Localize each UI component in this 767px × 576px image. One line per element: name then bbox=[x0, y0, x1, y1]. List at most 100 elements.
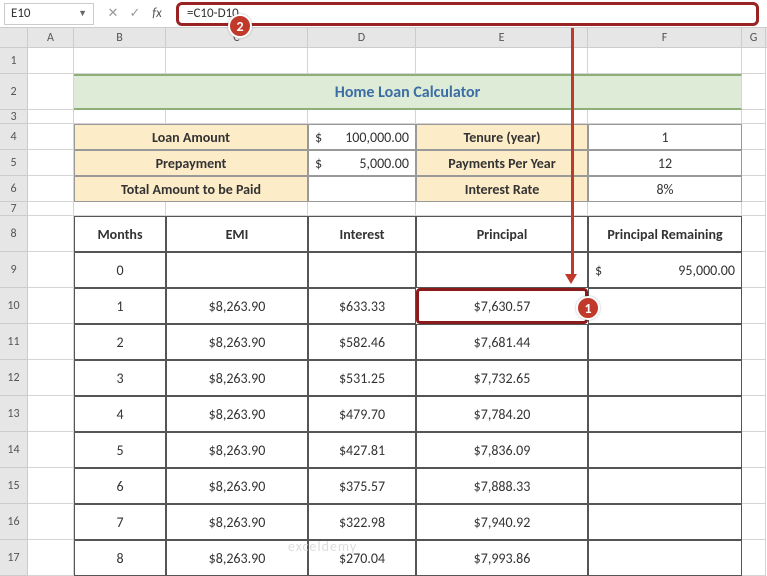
cell[interactable] bbox=[28, 504, 74, 540]
table-cell[interactable]: $8,263.90 bbox=[166, 360, 308, 396]
col-emi[interactable]: EMI bbox=[166, 216, 308, 252]
cell[interactable] bbox=[28, 150, 74, 176]
table-cell[interactable]: 4 bbox=[74, 396, 166, 432]
col-header[interactable]: F bbox=[588, 28, 742, 47]
col-months[interactable]: Months bbox=[74, 216, 166, 252]
cell[interactable] bbox=[28, 176, 74, 202]
cell[interactable] bbox=[28, 396, 74, 432]
table-cell[interactable]: 6 bbox=[74, 468, 166, 504]
table-cell[interactable] bbox=[588, 360, 742, 396]
row-header[interactable]: 17 bbox=[0, 540, 28, 576]
table-cell[interactable]: 2 bbox=[74, 324, 166, 360]
row-header[interactable]: 6 bbox=[0, 176, 28, 202]
cell[interactable] bbox=[74, 48, 166, 74]
row-header[interactable]: 7 bbox=[0, 202, 28, 216]
cell[interactable] bbox=[28, 360, 74, 396]
table-cell[interactable] bbox=[588, 324, 742, 360]
table-cell[interactable] bbox=[308, 252, 416, 288]
table-cell[interactable] bbox=[588, 288, 742, 324]
table-cell[interactable]: $8,263.90 bbox=[166, 504, 308, 540]
table-cell[interactable] bbox=[588, 432, 742, 468]
select-all-corner[interactable] bbox=[0, 28, 28, 47]
cell[interactable] bbox=[416, 202, 588, 216]
row-header[interactable]: 1 bbox=[0, 48, 28, 74]
col-interest[interactable]: Interest bbox=[308, 216, 416, 252]
table-cell[interactable]: $7,732.65 bbox=[416, 360, 588, 396]
table-cell[interactable]: $375.57 bbox=[308, 468, 416, 504]
table-cell[interactable]: $8,263.90 bbox=[166, 324, 308, 360]
ppy-label[interactable]: Payments Per Year bbox=[416, 150, 588, 176]
cell[interactable] bbox=[742, 468, 766, 504]
table-cell[interactable]: 3 bbox=[74, 360, 166, 396]
table-cell[interactable] bbox=[588, 504, 742, 540]
formula-input[interactable]: =C10-D10 bbox=[176, 2, 759, 26]
cell[interactable] bbox=[308, 48, 416, 74]
row-header[interactable]: 13 bbox=[0, 396, 28, 432]
active-cell[interactable]: $7,630.57 bbox=[416, 288, 588, 324]
table-cell[interactable]: $479.70 bbox=[308, 396, 416, 432]
cell[interactable] bbox=[742, 150, 766, 176]
table-cell[interactable]: $582.46 bbox=[308, 324, 416, 360]
table-cell[interactable]: $7,681.44 bbox=[416, 324, 588, 360]
table-cell[interactable]: $8,263.90 bbox=[166, 468, 308, 504]
table-cell[interactable] bbox=[166, 252, 308, 288]
cell[interactable] bbox=[742, 110, 766, 124]
cell[interactable] bbox=[28, 540, 74, 576]
cell[interactable] bbox=[742, 124, 766, 150]
cell[interactable] bbox=[166, 48, 308, 74]
cell[interactable] bbox=[28, 252, 74, 288]
table-cell[interactable]: 1 bbox=[74, 288, 166, 324]
table-cell[interactable]: 7 bbox=[74, 504, 166, 540]
cell[interactable] bbox=[742, 540, 766, 576]
table-cell[interactable]: 8 bbox=[74, 540, 166, 576]
row-header[interactable]: 9 bbox=[0, 252, 28, 288]
cell[interactable] bbox=[588, 48, 742, 74]
loan-amount-label[interactable]: Loan Amount bbox=[74, 124, 308, 150]
table-cell[interactable]: $8,263.90 bbox=[166, 432, 308, 468]
table-cell[interactable]: $7,888.33 bbox=[416, 468, 588, 504]
cell[interactable] bbox=[28, 74, 74, 110]
cell[interactable] bbox=[742, 252, 766, 288]
cell[interactable] bbox=[28, 216, 74, 252]
cell[interactable] bbox=[742, 74, 766, 110]
cell[interactable] bbox=[742, 216, 766, 252]
table-cell[interactable]: $7,993.86 bbox=[416, 540, 588, 576]
row-header[interactable]: 11 bbox=[0, 324, 28, 360]
col-header[interactable]: G bbox=[742, 28, 766, 47]
col-header[interactable]: A bbox=[28, 28, 74, 47]
table-cell[interactable]: $427.81 bbox=[308, 432, 416, 468]
cell[interactable] bbox=[28, 124, 74, 150]
cell[interactable] bbox=[28, 324, 74, 360]
cell[interactable] bbox=[28, 110, 74, 124]
cell[interactable] bbox=[308, 110, 416, 124]
loan-amount-value[interactable]: $100,000.00 bbox=[308, 124, 416, 150]
row-header[interactable]: 16 bbox=[0, 504, 28, 540]
cell[interactable] bbox=[742, 176, 766, 202]
row-header[interactable]: 8 bbox=[0, 216, 28, 252]
cancel-icon[interactable]: ✕ bbox=[104, 6, 122, 21]
prepayment-value[interactable]: $5,000.00 bbox=[308, 150, 416, 176]
table-cell[interactable]: $8,263.90 bbox=[166, 396, 308, 432]
col-header[interactable]: D bbox=[308, 28, 416, 47]
table-cell[interactable]: $531.25 bbox=[308, 360, 416, 396]
cell[interactable] bbox=[742, 504, 766, 540]
table-cell[interactable]: $95,000.00 bbox=[588, 252, 742, 288]
row-header[interactable]: 12 bbox=[0, 360, 28, 396]
prepayment-label[interactable]: Prepayment bbox=[74, 150, 308, 176]
table-cell[interactable] bbox=[588, 468, 742, 504]
name-box[interactable]: E10 ▼ bbox=[4, 3, 94, 25]
cell[interactable] bbox=[588, 202, 742, 216]
enter-icon[interactable]: ✓ bbox=[126, 6, 144, 21]
table-cell[interactable] bbox=[416, 252, 588, 288]
table-cell[interactable]: $7,940.92 bbox=[416, 504, 588, 540]
total-label[interactable]: Total Amount to be Paid bbox=[74, 176, 308, 202]
cell[interactable] bbox=[28, 468, 74, 504]
cell[interactable] bbox=[28, 202, 74, 216]
rate-label[interactable]: Interest Rate bbox=[416, 176, 588, 202]
cell[interactable] bbox=[742, 432, 766, 468]
rate-value[interactable]: 8% bbox=[588, 176, 742, 202]
table-cell[interactable]: $7,784.20 bbox=[416, 396, 588, 432]
table-cell[interactable]: 0 bbox=[74, 252, 166, 288]
total-value[interactable] bbox=[308, 176, 416, 202]
cell[interactable] bbox=[28, 432, 74, 468]
